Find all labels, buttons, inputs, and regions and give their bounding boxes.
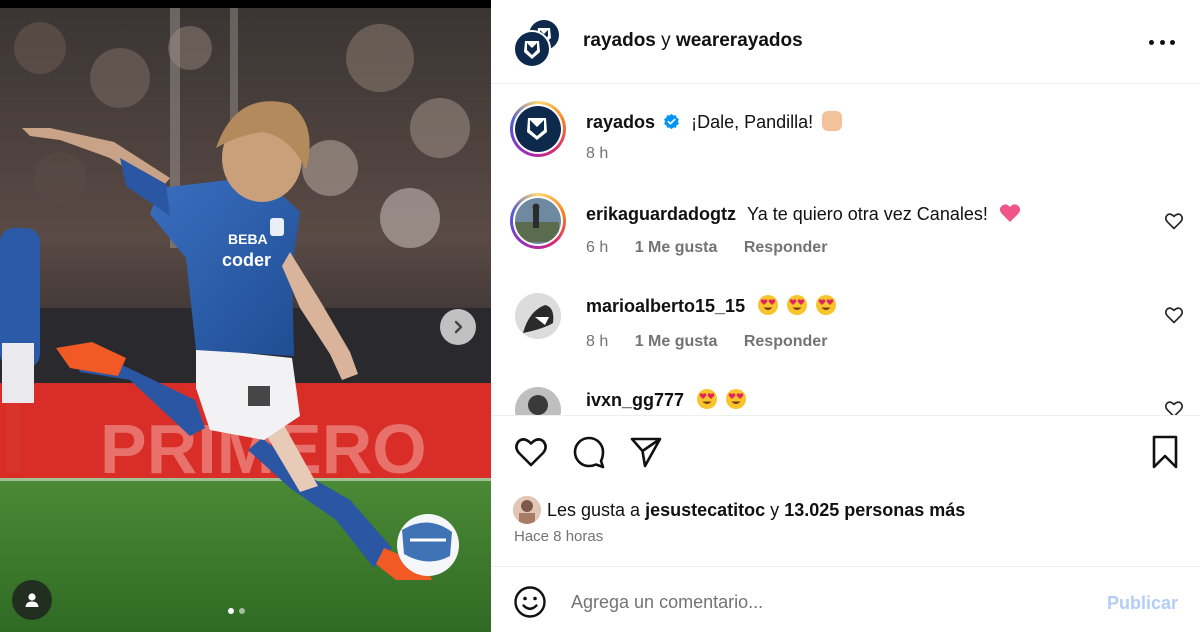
comment-text: Ya te quiero otra vez Canales! (747, 204, 988, 224)
avatar[interactable] (515, 293, 561, 339)
comment-username[interactable]: marioalberto15_15 (586, 296, 745, 316)
story-ring[interactable] (510, 101, 566, 157)
account-secondary[interactable]: wearerayados (676, 30, 803, 51)
more-options-button[interactable] (1149, 32, 1175, 52)
comment-composer: Publicar (491, 566, 1200, 632)
comment-item: marioalberto15_15 8 h 1 Me gusta Respond… (491, 281, 1200, 371)
like-heart-icon[interactable] (513, 434, 549, 470)
more-horizontal-icon (1149, 39, 1154, 45)
carousel-dot-active (228, 608, 234, 614)
post-modal: PRIMERO BEBA coder (0, 0, 1200, 632)
reply-button[interactable]: Responder (744, 239, 828, 256)
comment-likes[interactable]: 1 Me gusta (635, 239, 718, 256)
comment-input[interactable] (571, 587, 1071, 617)
avatar (513, 496, 541, 524)
account-primary[interactable]: rayados (583, 30, 656, 51)
carousel-dot (239, 608, 245, 614)
pink-heart-emoji-icon (999, 204, 1021, 222)
comment-time[interactable]: 8 h (586, 333, 608, 350)
save-bookmark-icon[interactable] (1147, 434, 1183, 470)
post-actions: Les gusta a jesustecatitoc y 13.025 pers… (491, 415, 1200, 565)
heart-eyes-emoji-icon (697, 389, 718, 409)
heart-eyes-emoji-icon (758, 295, 779, 315)
like-comment-heart-icon[interactable] (1164, 211, 1184, 231)
next-image-button[interactable] (440, 309, 476, 345)
comment-username[interactable]: erikaguardadogtz (586, 204, 736, 224)
caption: rayados ¡Dale, Pandilla! 8 h (491, 85, 1200, 175)
likes-others[interactable]: 13.025 personas más (784, 500, 965, 521)
heart-eyes-emoji-icon (726, 389, 747, 409)
caption-text: ¡Dale, Pandilla! (691, 112, 814, 132)
avatar (515, 198, 561, 244)
fist-emoji-icon (822, 111, 843, 131)
more-dot (1170, 39, 1175, 45)
comment-line: erikaguardadogtz Ya te quiero otra vez C… (586, 203, 1021, 225)
comment-line: marioalberto15_15 (586, 295, 837, 317)
story-ring[interactable] (510, 193, 566, 249)
comment-meta: 6 h 1 Me gusta Responder (586, 239, 827, 257)
caption-meta: 8 h (586, 145, 608, 163)
heart-eyes-emoji-icon (787, 295, 808, 315)
caption-username[interactable]: rayados (586, 112, 655, 132)
user-tag-icon (25, 593, 39, 607)
collab-avatars[interactable] (513, 18, 563, 68)
chevron-right-icon (454, 320, 463, 334)
like-comment-heart-icon[interactable] (1164, 399, 1184, 415)
post-media[interactable]: PRIMERO BEBA coder (0, 8, 491, 632)
comment-bubble-icon[interactable] (571, 434, 607, 470)
emoji-picker-icon[interactable] (513, 585, 547, 619)
comment-item: ivxn_gg777 (491, 375, 1200, 415)
svg-text:coder: coder (222, 250, 271, 270)
avatar (515, 106, 561, 152)
comments-list[interactable]: rayados ¡Dale, Pandilla! 8 h erikaguarda… (491, 85, 1200, 415)
comment-time[interactable]: 6 h (586, 239, 608, 256)
likes-user[interactable]: jesustecatitoc (645, 500, 765, 521)
comment-item: erikaguardadogtz Ya te quiero otra vez C… (491, 185, 1200, 275)
tagged-users-button[interactable] (12, 580, 52, 620)
likes-summary[interactable]: Les gusta a jesustecatitoc y 13.025 pers… (513, 496, 965, 524)
post-photo: PRIMERO BEBA coder (0, 8, 491, 632)
more-dot (1159, 39, 1165, 45)
comment-line: ivxn_gg777 (586, 389, 747, 411)
comment-username[interactable]: ivxn_gg777 (586, 390, 684, 410)
carousel-indicator (228, 608, 245, 614)
caption-time[interactable]: 8 h (586, 145, 608, 162)
like-comment-heart-icon[interactable] (1164, 305, 1184, 325)
accounts-joiner: y (661, 30, 671, 51)
comment-meta: 8 h 1 Me gusta Responder (586, 333, 827, 351)
likes-joiner: y (770, 499, 780, 520)
publish-button[interactable]: Publicar (1107, 593, 1178, 614)
post-header: rayados y wearerayados (491, 0, 1200, 84)
svg-text:BEBA: BEBA (228, 231, 268, 247)
reply-button[interactable]: Responder (744, 333, 828, 350)
caption-line: rayados ¡Dale, Pandilla! (586, 111, 843, 133)
comment-likes[interactable]: 1 Me gusta (635, 333, 718, 350)
avatar-rayados (513, 30, 551, 68)
avatar[interactable] (515, 387, 561, 415)
post-details-panel: rayados y wearerayados rayados ¡Dale, Pa… (491, 0, 1200, 632)
share-send-icon[interactable] (628, 434, 664, 470)
likes-prefix: Les gusta a (547, 499, 641, 520)
post-accounts[interactable]: rayados y wearerayados (583, 30, 803, 52)
posted-time[interactable]: Hace 8 horas (514, 528, 603, 545)
heart-eyes-emoji-icon (816, 295, 837, 315)
verified-badge-icon (664, 113, 679, 130)
